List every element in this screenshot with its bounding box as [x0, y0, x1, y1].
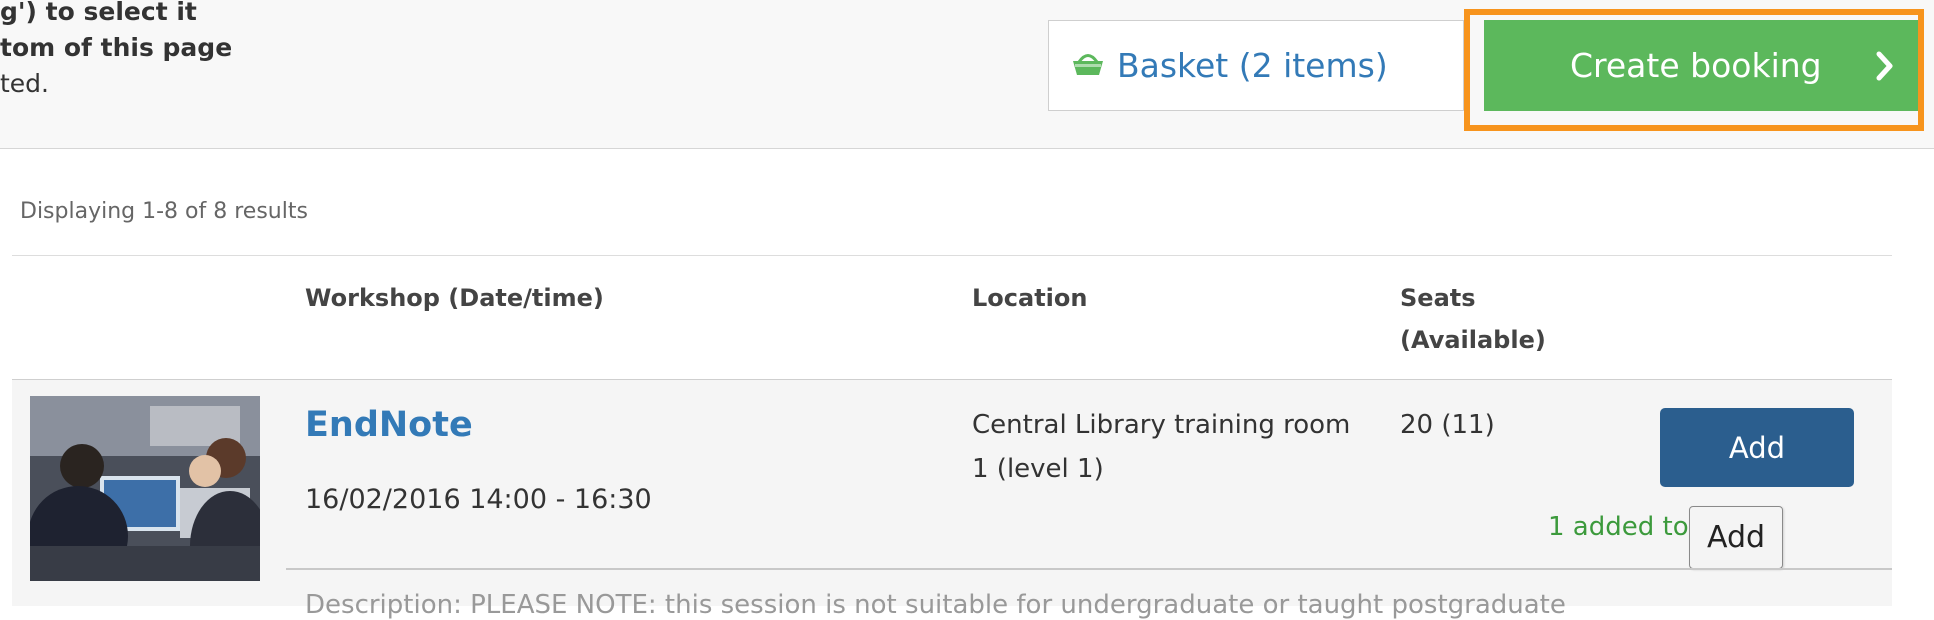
add-tooltip: Add	[1689, 506, 1783, 569]
workshop-thumbnail	[30, 396, 260, 581]
workshop-title-link[interactable]: EndNote	[305, 405, 473, 445]
workshop-datetime: 16/02/2016 14:00 - 16:30	[305, 484, 652, 515]
description-divider	[286, 568, 1892, 570]
column-header-seats: Seats (Available)	[1400, 277, 1546, 361]
results-count: Displaying 1-8 of 8 results	[20, 199, 308, 224]
table-row	[12, 380, 1892, 606]
create-booking-label: Create booking	[1570, 46, 1822, 85]
workshop-description: Description: PLEASE NOTE: this session i…	[305, 590, 1566, 620]
basket-button[interactable]: Basket (2 items)	[1048, 20, 1464, 111]
basket-icon	[1071, 46, 1105, 85]
instructions-text: g') to select it tom of this page ted.	[0, 0, 300, 102]
column-header-location: Location	[972, 284, 1088, 312]
column-header-seats-line-1: Seats	[1400, 284, 1476, 312]
instructions-line-1: g') to select it	[0, 0, 197, 26]
workshop-seats: 20 (11)	[1400, 410, 1495, 440]
workshop-location: Central Library training room 1 (level 1…	[972, 410, 1351, 484]
instructions-line-3: ted.	[0, 69, 49, 98]
chevron-right-icon	[1876, 50, 1894, 89]
page-header: g') to select it tom of this page ted. B…	[0, 0, 1934, 149]
divider	[12, 255, 1892, 256]
create-booking-button[interactable]: Create booking	[1484, 20, 1918, 111]
instructions-line-2: tom of this page	[0, 33, 233, 62]
add-button[interactable]: Add	[1660, 408, 1854, 487]
basket-label: Basket (2 items)	[1117, 46, 1388, 85]
column-header-seats-line-2: (Available)	[1400, 326, 1546, 354]
column-header-workshop: Workshop (Date/time)	[305, 284, 604, 312]
